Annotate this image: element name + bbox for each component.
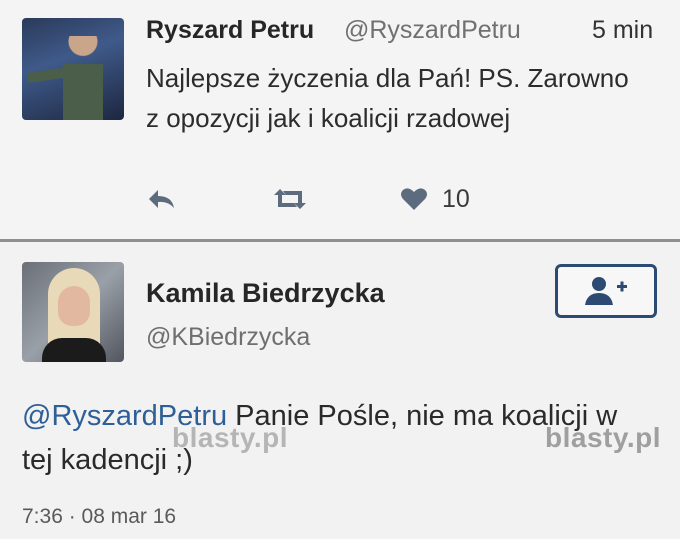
tweet-timestamp: 5 min [592, 16, 654, 44]
add-user-icon [585, 277, 627, 305]
watermark: blasty.pl [172, 422, 289, 453]
like-count: 10 [442, 185, 470, 213]
avatar-face [58, 286, 90, 326]
tweet-text: Najlepsze życzenia dla Pań! PS. Zarowno … [146, 63, 629, 133]
heart-icon [401, 188, 427, 210]
watermark: blasty.pl [545, 422, 662, 453]
tweet-date: 7:36 · 08 mar 16 [22, 505, 177, 528]
author-name[interactable]: Ryszard Petru [146, 16, 314, 45]
avatar-ryszard-petru[interactable] [22, 18, 124, 120]
reply-icon [149, 190, 174, 208]
follow-button[interactable] [555, 264, 657, 318]
avatar-kamila-biedrzycka[interactable] [22, 262, 124, 362]
retweet-button[interactable] [270, 184, 310, 214]
author-handle[interactable]: @RyszardPetru [344, 16, 521, 45]
reply-button[interactable] [146, 184, 176, 214]
avatar-body [42, 338, 106, 362]
author-name[interactable]: Kamila Biedrzycka [146, 278, 385, 309]
like-button[interactable] [400, 184, 428, 214]
avatar-figure [60, 36, 106, 120]
retweet-icon [274, 189, 306, 209]
author-handle[interactable]: @KBiedrzycka [146, 323, 310, 352]
